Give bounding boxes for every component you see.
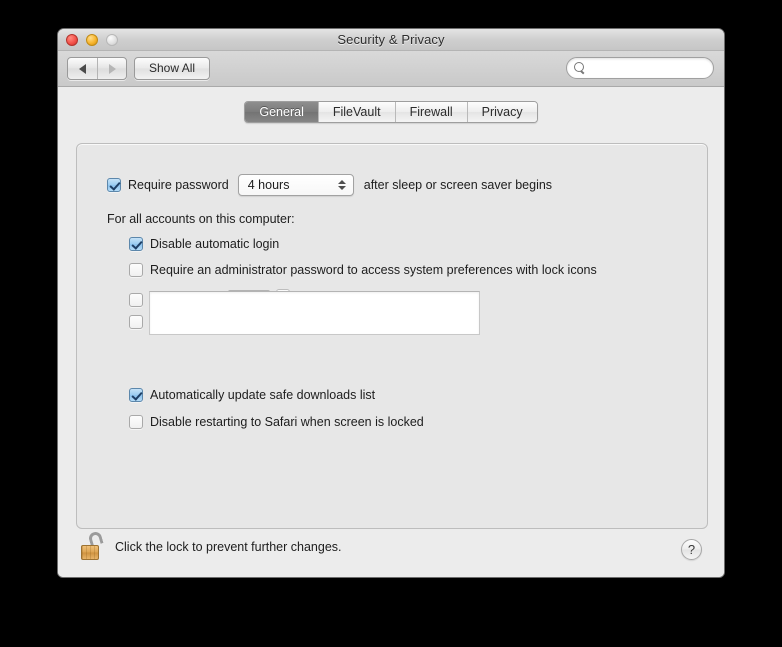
lock-caption: Click the lock to prevent further change… bbox=[115, 540, 342, 554]
security-privacy-window: Security & Privacy Show All General File… bbox=[57, 28, 725, 578]
disable-restart-safari-row: Disable restarting to Safari when screen… bbox=[129, 415, 424, 429]
forward-arrow-icon bbox=[108, 63, 116, 74]
chevron-updown-icon bbox=[337, 180, 346, 190]
disable-automatic-login-checkbox[interactable] bbox=[129, 237, 143, 251]
disable-restart-safari-checkbox[interactable] bbox=[129, 415, 143, 429]
show-all-button[interactable]: Show All bbox=[134, 57, 211, 80]
require-password-checkbox[interactable] bbox=[107, 178, 121, 192]
lock-message-textarea[interactable] bbox=[149, 291, 480, 335]
require-password-suffix: after sleep or screen saver begins bbox=[363, 178, 553, 192]
unlocked-padlock-icon[interactable] bbox=[80, 530, 106, 562]
require-admin-password-label: Require an administrator password to acc… bbox=[150, 263, 597, 277]
show-message-checkbox[interactable] bbox=[129, 315, 143, 329]
zoom-button bbox=[106, 34, 118, 46]
auto-update-safe-downloads-row: Automatically update safe downloads list bbox=[129, 388, 375, 402]
navigation-button-group bbox=[67, 57, 127, 80]
auto-update-safe-downloads-label: Automatically update safe downloads list bbox=[150, 388, 376, 402]
require-password-label: Require password bbox=[128, 178, 229, 192]
disable-automatic-login-row: Disable automatic login bbox=[129, 237, 279, 251]
lock-row: Click the lock to prevent further change… bbox=[80, 530, 342, 562]
window-title: Security & Privacy bbox=[337, 32, 445, 47]
search-field[interactable] bbox=[566, 57, 724, 79]
general-settings-panel: Require password 4 hours after sleep or … bbox=[76, 143, 708, 529]
disable-restart-safari-label: Disable restarting to Safari when screen… bbox=[150, 415, 424, 429]
back-arrow-icon bbox=[79, 63, 86, 74]
accounts-section-heading: For all accounts on this computer: bbox=[107, 212, 295, 226]
back-button[interactable] bbox=[68, 58, 97, 79]
forward-button bbox=[97, 58, 126, 79]
tab-firewall[interactable]: Firewall bbox=[394, 102, 467, 122]
require-password-delay-value: 4 hours bbox=[247, 178, 290, 192]
preferences-toolbar: Show All bbox=[58, 51, 724, 87]
require-password-delay-select[interactable]: 4 hours bbox=[237, 174, 354, 196]
require-admin-password-checkbox[interactable] bbox=[129, 263, 143, 277]
tab-bar: General FileVault Firewall Privacy bbox=[58, 101, 724, 123]
accounts-section-heading-row: For all accounts on this computer: bbox=[107, 212, 295, 226]
require-admin-password-row: Require an administrator password to acc… bbox=[129, 263, 597, 277]
window-titlebar: Security & Privacy bbox=[58, 29, 724, 51]
require-password-row: Require password 4 hours after sleep or … bbox=[107, 174, 552, 196]
disable-automatic-login-label: Disable automatic login bbox=[150, 237, 280, 251]
tab-group: General FileVault Firewall Privacy bbox=[244, 101, 538, 123]
search-input[interactable] bbox=[574, 62, 724, 74]
log-out-after-checkbox[interactable] bbox=[129, 292, 143, 307]
tab-privacy[interactable]: Privacy bbox=[466, 102, 537, 122]
tab-general[interactable]: General bbox=[245, 102, 318, 122]
auto-update-safe-downloads-checkbox[interactable] bbox=[129, 388, 143, 402]
tab-filevault[interactable]: FileVault bbox=[317, 102, 395, 122]
close-button[interactable] bbox=[66, 34, 78, 46]
minimize-button[interactable] bbox=[86, 34, 98, 46]
help-button[interactable]: ? bbox=[681, 539, 702, 560]
preferences-content: General FileVault Firewall Privacy Requi… bbox=[58, 87, 724, 577]
